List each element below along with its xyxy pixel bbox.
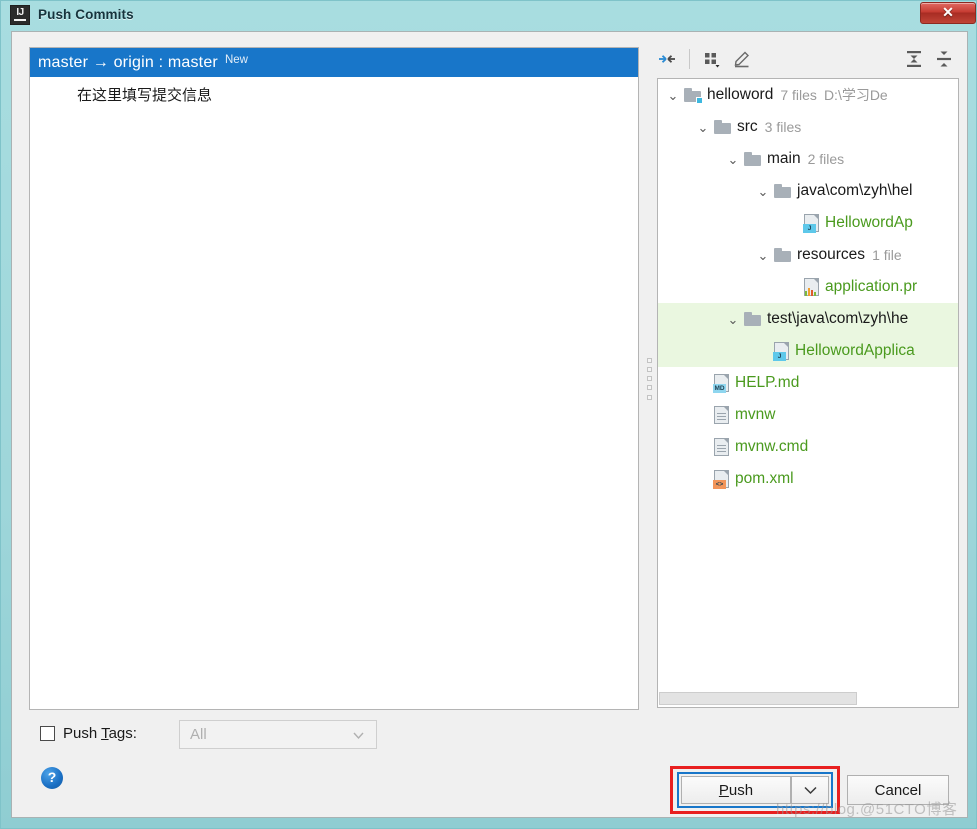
push-tags-label-post: ags:: [108, 725, 137, 742]
commit-message[interactable]: 在这里填写提交信息: [30, 77, 638, 105]
tree-row[interactable]: MD HELP.md: [658, 367, 958, 399]
tree-row[interactable]: ⌄ java\com\zyh\hel: [658, 175, 958, 207]
tree-row-label: src: [737, 118, 758, 135]
chevron-icon[interactable]: ⌄: [722, 313, 744, 326]
close-icon: ✕: [942, 4, 954, 20]
tags-combo-value: All: [190, 726, 207, 743]
tree-horizontal-scrollbar[interactable]: [659, 691, 958, 706]
tree-row[interactable]: ⌄ helloword 7 files D:\学习De: [658, 79, 958, 111]
scrollbar-thumb[interactable]: [659, 692, 857, 705]
tree-row-label: HELP.md: [735, 374, 800, 391]
tree-row-meta: 3 files: [764, 119, 802, 135]
java-file-icon: J: [803, 214, 819, 233]
tree-row-label: main: [767, 150, 801, 167]
folder-icon: [684, 88, 703, 104]
intellij-idea-icon: IJ: [10, 5, 30, 25]
collapse-all-icon[interactable]: [929, 45, 959, 73]
tree-row[interactable]: ⌄ resources 1 file: [658, 239, 958, 271]
properties-file-icon: [804, 278, 819, 296]
push-dropdown-button[interactable]: [791, 776, 829, 804]
push-mnemonic: P: [718, 781, 729, 799]
title-bar: IJ Push Commits ✕: [1, 1, 977, 28]
cancel-button[interactable]: Cancel: [847, 775, 949, 805]
push-commits-window: IJ Push Commits ✕ master → origin : mast…: [0, 0, 977, 829]
window-title: Push Commits: [38, 7, 134, 22]
toolbar-separator: [689, 49, 690, 69]
tree-row[interactable]: ⌄ test\java\com\zyh\he: [658, 303, 958, 335]
commit-list-panel[interactable]: master → origin : master New 在这里填写提交信息: [29, 47, 639, 710]
folder-icon: [744, 312, 761, 326]
tree-row[interactable]: J HellowordApplica: [658, 335, 958, 367]
tree-toolbar: [652, 40, 959, 78]
xml-file-icon: <>: [713, 470, 729, 489]
chevron-down-icon: [353, 732, 364, 740]
push-button[interactable]: Push: [681, 776, 791, 804]
java-file-icon: J: [773, 342, 789, 361]
tree-row[interactable]: mvnw: [658, 399, 958, 431]
file-tree[interactable]: ⌄ helloword 7 files D:\学习De ⌄ src 3 files ⌄ main…: [657, 78, 959, 708]
text-file-icon: [714, 438, 729, 456]
folder-icon: [714, 120, 731, 134]
chevron-icon[interactable]: ⌄: [662, 89, 684, 102]
tree-row[interactable]: ⌄ src 3 files: [658, 111, 958, 143]
dialog-content: master → origin : master New 在这里填写提交信息 ⌄…: [11, 31, 968, 818]
tree-row-label: mvnw: [735, 406, 776, 423]
tree-row-meta: 2 files: [807, 151, 845, 167]
chevron-icon[interactable]: ⌄: [722, 153, 744, 166]
push-tags-mnemonic: T: [101, 725, 109, 742]
tree-row-label: application.pr: [825, 278, 918, 295]
tree-row-label: resources: [797, 246, 866, 263]
help-button[interactable]: ?: [41, 767, 63, 789]
tree-row-label: HellowordApplica: [795, 342, 915, 359]
edit-pencil-icon[interactable]: [727, 45, 757, 73]
branch-row[interactable]: master → origin : master New: [30, 48, 638, 77]
chevron-icon[interactable]: ⌄: [752, 185, 774, 198]
main-split: master → origin : master New 在这里填写提交信息 ⌄…: [12, 32, 967, 714]
group-by-icon[interactable]: [697, 45, 727, 73]
chevron-icon[interactable]: ⌄: [692, 121, 714, 134]
tree-row[interactable]: J HellowordAp: [658, 207, 958, 239]
chevron-icon[interactable]: ⌄: [752, 249, 774, 262]
tree-row[interactable]: <> pom.xml: [658, 463, 958, 495]
push-tags-checkbox[interactable]: [40, 726, 55, 741]
cancel-label: Cancel: [874, 781, 922, 799]
tree-row[interactable]: ⌄ main 2 files: [658, 143, 958, 175]
tree-row-meta: 7 files: [780, 87, 817, 103]
branch-label: master → origin : master: [38, 53, 218, 71]
push-tags-row: Push Tags:: [40, 725, 137, 742]
push-tags-label: Push Tags:: [63, 725, 137, 742]
tags-combo[interactable]: All: [179, 720, 377, 749]
markdown-file-icon: MD: [713, 374, 729, 393]
tree-row-label: test\java\com\zyh\he: [767, 310, 909, 327]
push-label: Push: [718, 781, 754, 799]
text-file-icon: [714, 406, 729, 424]
tree-row-label: java\com\zyh\hel: [797, 182, 913, 199]
close-button[interactable]: ✕: [920, 2, 976, 24]
expand-all-icon[interactable]: [899, 45, 929, 73]
help-icon: ?: [47, 769, 57, 785]
tree-row-path: D:\学习De: [823, 87, 888, 103]
chevron-down-icon: [803, 786, 817, 794]
tree-row-meta: 1 file: [872, 247, 902, 263]
file-tree-panel: ⌄ helloword 7 files D:\学习De ⌄ src 3 files ⌄ main…: [652, 40, 959, 714]
branch-new-badge: New: [224, 53, 248, 66]
folder-icon: [774, 248, 791, 262]
collapse-selection-icon[interactable]: [652, 45, 682, 73]
push-tags-label-pre: Push: [63, 725, 102, 742]
tree-row-label: HellowordAp: [825, 214, 913, 231]
tree-row-label: pom.xml: [735, 470, 794, 487]
tree-row-label: helloword: [707, 86, 774, 103]
folder-icon: [774, 184, 791, 198]
tree-rows: ⌄ helloword 7 files D:\学习De ⌄ src 3 files ⌄ main…: [658, 79, 958, 495]
folder-icon: [744, 152, 761, 166]
tree-row[interactable]: application.pr: [658, 271, 958, 303]
tree-row-label: mvnw.cmd: [735, 438, 809, 455]
tree-row[interactable]: mvnw.cmd: [658, 431, 958, 463]
